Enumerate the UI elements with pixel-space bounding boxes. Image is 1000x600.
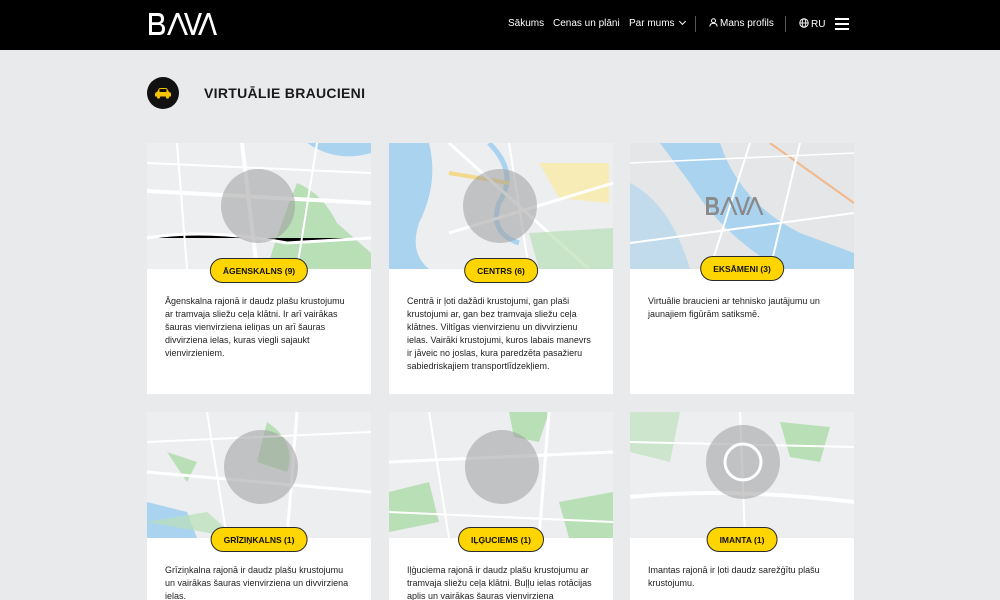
card-badge[interactable]: CENTRS (6) <box>464 258 538 283</box>
profile-link[interactable]: Mans profils <box>709 18 774 29</box>
card-badge[interactable]: ĀGENSKALNS (9) <box>209 258 309 283</box>
card-grizinkalns[interactable]: GRĪZIŅKALNS (1) Grīziņkalna rajonā ir da… <box>147 412 371 600</box>
user-icon <box>709 18 718 27</box>
nav-divider <box>695 16 696 32</box>
card-imanta[interactable]: IMANTA (1) Imantas rajonā ir ļoti daudz … <box>630 412 854 600</box>
street-map <box>147 143 371 269</box>
language-switch[interactable]: RU <box>799 18 825 30</box>
card-badge[interactable]: GRĪZIŅKALNS (1) <box>210 527 308 552</box>
language-label: RU <box>811 19 826 30</box>
street-map <box>630 412 854 538</box>
card-centrs[interactable]: CENTRS (6) Centrā ir ļoti dažādi krustoj… <box>389 143 613 394</box>
page-title: VIRTUĀLIE BRAUCIENI <box>204 85 366 101</box>
card-agenskalns[interactable]: ĀGENSKALNS (9) Āgenskalna rajonā ir daud… <box>147 143 371 394</box>
nav-item-about-label: Par mums <box>629 18 675 29</box>
nav-divider <box>785 16 786 32</box>
card-ilguciems[interactable]: IĻĢUCIEMS (1) Iļģuciema rajonā ir daudz … <box>389 412 613 600</box>
top-navigation-bar: Sākums Cenas un plāni Par mums Mans prof… <box>0 0 1000 50</box>
nav-item-prices[interactable]: Cenas un plāni <box>553 18 620 29</box>
chevron-down-icon <box>678 17 686 26</box>
city-map-with-logo <box>630 143 854 269</box>
street-map <box>389 412 613 538</box>
card-badge[interactable]: IMANTA (1) <box>706 527 778 552</box>
hamburger-menu-icon[interactable] <box>835 18 849 30</box>
car-icon <box>147 77 179 109</box>
card-badge[interactable]: EKSĀMENI (3) <box>700 256 784 281</box>
street-map <box>389 143 613 269</box>
profile-label: Mans profils <box>720 18 774 29</box>
globe-icon <box>799 18 809 28</box>
card-eksameni[interactable]: EKSĀMENI (3) Virtuālie braucieni ar tehn… <box>630 143 854 394</box>
card-description: Centrā ir ļoti dažādi krustojumi, gan pl… <box>407 296 591 371</box>
nav-item-home[interactable]: Sākums <box>508 18 544 29</box>
bava-logo[interactable] <box>147 11 217 37</box>
street-map <box>147 412 371 538</box>
nav-item-about[interactable]: Par mums <box>629 17 686 29</box>
card-badge[interactable]: IĻĢUCIEMS (1) <box>458 527 544 552</box>
